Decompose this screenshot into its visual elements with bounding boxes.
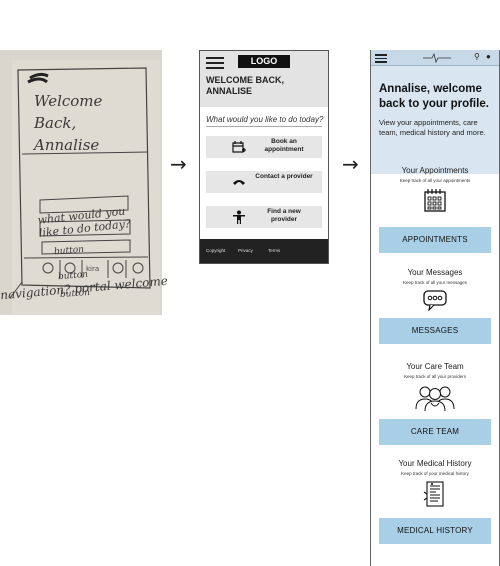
hamburger-menu-icon[interactable]: [206, 57, 224, 69]
wireframe-header: LOGO WELCOME BACK, ANNALISE: [200, 51, 328, 107]
messages-section: Your Messages Keep track of all your mes…: [371, 268, 499, 311]
right-arrow-icon: →: [170, 152, 187, 176]
section-title: Your Medical History: [398, 459, 472, 468]
logo: LOGO: [238, 55, 290, 68]
section-title: Your Messages: [407, 268, 463, 277]
user-icon[interactable]: ●: [486, 52, 491, 61]
section-title: Your Care Team: [406, 362, 464, 371]
appointments-section: Your Appointments Keep track of all your…: [371, 166, 499, 213]
question-text: What would you like to do today?: [206, 115, 324, 124]
search-icon[interactable]: ⚲: [474, 52, 480, 61]
section-subtitle: Keep track of your medical history: [401, 471, 469, 476]
footer-privacy-link[interactable]: Privacy: [238, 248, 253, 253]
messages-button[interactable]: MESSAGES: [379, 318, 491, 344]
section-subtitle: Keep track of all your messages: [402, 280, 468, 285]
top-bar: ⚲ ●: [371, 50, 499, 66]
footer-terms-link[interactable]: Terms: [268, 248, 280, 253]
care-team-button[interactable]: CARE TEAM: [379, 419, 491, 445]
section-subtitle: Keep track of all your appointments: [399, 178, 471, 183]
chat-bubble-icon: [423, 290, 447, 311]
calendar-icon: [424, 189, 446, 212]
care-team-icon: [415, 386, 455, 411]
svg-text:kira: kira: [86, 265, 99, 273]
divider: [206, 126, 322, 127]
care-team-section: Your Care Team Keep track of all your pr…: [371, 362, 499, 411]
section-title: Your Appointments: [401, 166, 469, 175]
find-provider-button[interactable]: Find a new provider: [206, 206, 322, 228]
final-design-screen: ⚲ ● Annalise, welcome back to your profi…: [370, 50, 500, 566]
button-label: Find a new provider: [267, 208, 301, 223]
contact-provider-button[interactable]: Contact a provider: [206, 171, 322, 193]
appointments-button[interactable]: APPOINTMENTS: [379, 227, 491, 253]
right-arrow-icon: →: [342, 152, 359, 176]
person-icon: [233, 210, 245, 224]
heartbeat-logo-icon: [423, 53, 451, 63]
sketch-welcome-text: Welcome Back, Annalise: [34, 92, 103, 154]
wireframe-screen: LOGO WELCOME BACK, ANNALISE What would y…: [199, 50, 329, 264]
footer-copyright-link[interactable]: Copyright: [206, 248, 225, 253]
phone-icon: [233, 180, 245, 185]
medical-record-icon: [423, 481, 444, 507]
medical-history-button[interactable]: MEDICAL HISTORY: [379, 518, 491, 544]
hero-banner: Annalise, welcome back to your profile. …: [371, 66, 499, 174]
hero-subtitle: View your appointments, care team, medic…: [379, 118, 486, 137]
calendar-plus-icon: [232, 141, 246, 153]
section-subtitle: Keep track of all your providers: [403, 374, 467, 379]
hero-title: Annalise, welcome back to your profile.: [379, 83, 489, 110]
hamburger-menu-icon[interactable]: [375, 54, 387, 63]
medical-history-section: Your Medical History Keep track of your …: [371, 459, 499, 510]
button-label: Contact a provider: [255, 173, 313, 180]
welcome-heading: WELCOME BACK, ANNALISE: [206, 75, 284, 96]
button-label: Book an appointment: [264, 138, 304, 153]
wireframe-footer: Copyright Privacy Terms: [200, 239, 328, 263]
book-appointment-button[interactable]: Book an appointment: [206, 136, 322, 158]
